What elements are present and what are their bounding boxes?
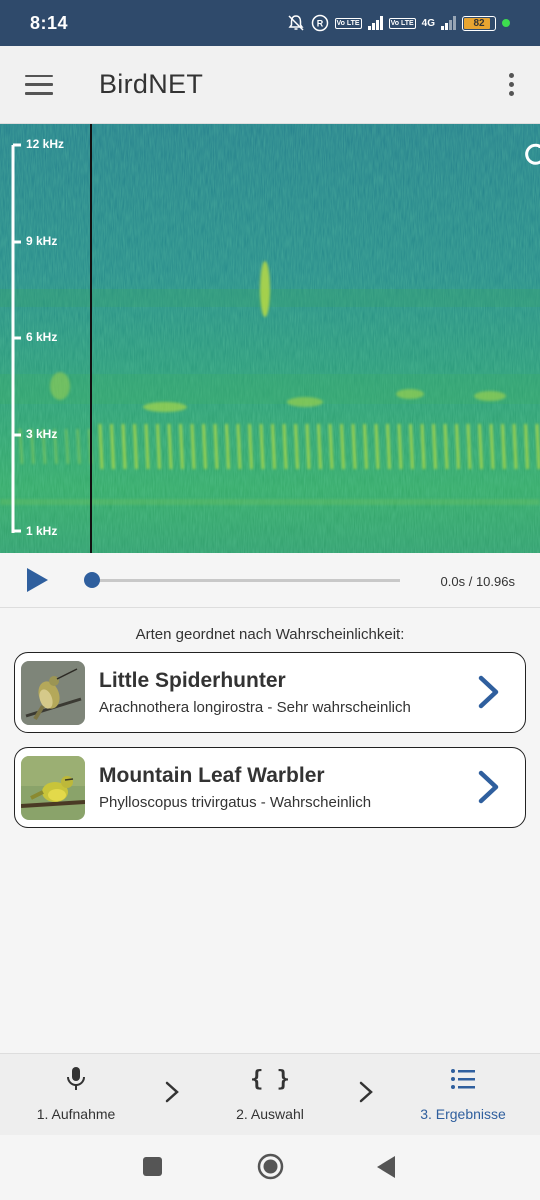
result-card-mountain-leaf-warbler[interactable]: Mountain Leaf Warbler Phylloscopus trivi… — [14, 747, 526, 828]
freq-label-6: 6 kHz — [26, 330, 58, 344]
bird-thumbnail-1 — [21, 660, 85, 725]
status-bar: 8:14 R Vo LTE Vo LTE 4G 82 — [0, 0, 540, 46]
nav-label-results: 3. Ergebnisse — [420, 1106, 506, 1122]
step-arrow-icon-1 — [164, 1080, 180, 1109]
more-options-icon[interactable] — [509, 73, 514, 96]
back-icon[interactable] — [377, 1156, 396, 1183]
chevron-right-icon — [477, 770, 501, 809]
app-bar: BirdNET — [0, 46, 540, 124]
network-type-label: 4G — [421, 17, 435, 29]
freq-label-3: 3 kHz — [26, 427, 58, 441]
seek-bar[interactable] — [90, 579, 400, 582]
nav-tab-results[interactable]: 3. Ergebnisse — [410, 1054, 516, 1136]
volte-icon-2: Vo LTE — [388, 17, 416, 29]
signal-icon-1 — [367, 16, 383, 30]
audio-player: 0.0s / 10.96s — [0, 553, 540, 608]
time-readout: 0.0s / 10.96s — [440, 574, 515, 589]
system-navigation-bar — [0, 1135, 540, 1200]
spectrogram[interactable]: 12 kHz 9 kHz 6 kHz 3 kHz 1 kHz — [0, 124, 540, 553]
status-icons: R Vo LTE Vo LTE 4G 82 — [287, 14, 510, 32]
list-icon — [450, 1066, 476, 1092]
hamburger-menu-icon[interactable] — [25, 74, 53, 95]
braces-icon: { } — [250, 1066, 290, 1092]
spectrogram-image — [0, 124, 540, 553]
results-heading: Arten geordnet nach Wahrscheinlichkeit: — [135, 626, 405, 643]
registered-icon: R — [311, 14, 329, 32]
nav-tab-selection[interactable]: { } 2. Auswahl — [220, 1054, 320, 1136]
bottom-navigation: 1. Aufnahme { } 2. Auswahl 3. Ergebnisse — [0, 1053, 540, 1135]
nav-label-recording: 1. Aufnahme — [36, 1106, 116, 1122]
signal-icon-2 — [441, 16, 456, 30]
nav-label-selection: 2. Auswahl — [236, 1106, 304, 1122]
volte-icon-1: Vo LTE — [334, 17, 362, 29]
result-detail: Arachnothera longirostra - Sehr wahrsche… — [99, 699, 411, 716]
freq-label-9: 9 kHz — [26, 234, 58, 248]
freq-label-1: 1 kHz — [26, 524, 58, 538]
battery-icon: 82 — [462, 15, 496, 31]
mute-notifications-icon — [287, 14, 305, 32]
svg-text:R: R — [316, 19, 323, 29]
bird-thumbnail-2 — [21, 755, 85, 820]
result-common-name: Little Spiderhunter — [99, 669, 286, 692]
status-time: 8:14 — [30, 12, 69, 33]
microphone-icon — [65, 1066, 87, 1092]
nav-tab-recording[interactable]: 1. Aufnahme — [26, 1054, 126, 1136]
app-title: BirdNET — [99, 69, 204, 99]
result-common-name: Mountain Leaf Warbler — [99, 764, 325, 787]
home-icon[interactable] — [257, 1153, 284, 1185]
play-button[interactable] — [25, 567, 49, 593]
seek-thumb[interactable] — [84, 572, 100, 588]
recent-apps-icon[interactable] — [143, 1157, 162, 1181]
result-detail: Phylloscopus trivirgatus - Wahrscheinlic… — [99, 794, 372, 811]
privacy-indicator-dot — [502, 19, 510, 27]
chevron-right-icon — [477, 675, 501, 714]
freq-label-12: 12 kHz — [26, 137, 65, 151]
step-arrow-icon-2 — [358, 1080, 374, 1109]
result-card-little-spiderhunter[interactable]: Little Spiderhunter Arachnothera longiro… — [14, 652, 526, 733]
battery-level: 82 — [473, 17, 485, 29]
